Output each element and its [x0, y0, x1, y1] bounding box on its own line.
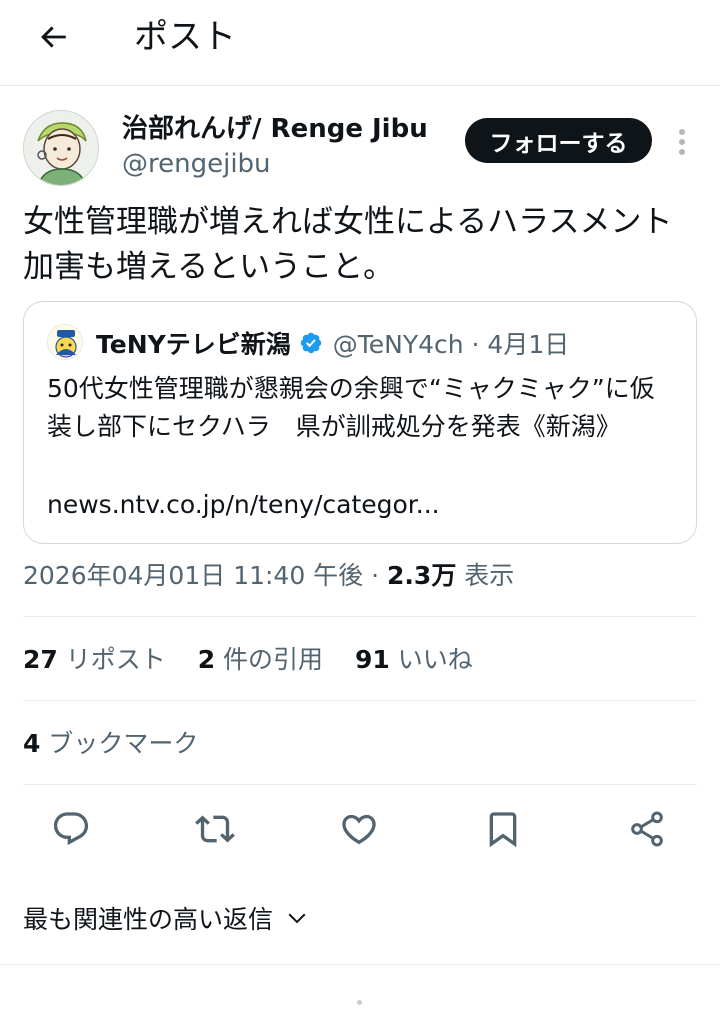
reposts-count: 27 — [23, 645, 58, 674]
quoted-post-card[interactable]: TeNYテレビ新潟 @TeNY4ch · 4月1日 50代女性管理職が懇親会の余… — [23, 301, 697, 544]
quoted-author-avatar[interactable] — [47, 324, 83, 360]
author-handle[interactable]: @rengejibu — [122, 148, 271, 180]
page-title: ポスト — [134, 17, 236, 57]
share-button[interactable] — [625, 807, 669, 851]
quotes-stat[interactable]: 2 件の引用 — [198, 645, 323, 674]
repost-icon — [195, 815, 235, 843]
bookmark-icon — [489, 812, 517, 848]
like-button[interactable] — [337, 807, 381, 851]
reply-icon — [53, 812, 89, 846]
author-avatar[interactable] — [23, 110, 99, 186]
quoted-post-meta: @TeNY4ch · 4月1日 — [332, 330, 570, 359]
bookmarks-count: 4 — [23, 729, 41, 758]
quoted-post-text: 50代女性管理職が懇親会の余興で“ミャクミャク”に仮装し部下にセクハラ 県が訓戒… — [47, 374, 655, 441]
timestamp-separator: · — [363, 561, 388, 590]
likes-count: 91 — [355, 645, 390, 674]
back-arrow-icon — [41, 26, 66, 48]
top-bar: ポスト — [0, 0, 720, 86]
reposts-stat[interactable]: 27 リポスト — [23, 645, 166, 674]
divider — [23, 700, 697, 701]
quoted-author-name[interactable]: TeNYテレビ新潟 — [96, 325, 291, 361]
replies-sort-dropdown[interactable]: 最も関連性の高い返信 — [23, 898, 309, 938]
reposts-label: リポスト — [57, 645, 166, 674]
post-text: 女性管理職が増えれば女性によるハラスメント加害も増えるということ。 — [23, 204, 673, 285]
views-count: 2.3万 — [387, 561, 457, 590]
bookmarks-stat: 4 ブックマーク — [23, 726, 198, 762]
verified-badge-icon — [299, 331, 323, 355]
bookmark-button[interactable] — [481, 807, 525, 851]
back-button[interactable] — [30, 14, 76, 60]
views-label: 表示 — [456, 561, 515, 590]
replies-sort-label: 最も関連性の高い返信 — [23, 905, 274, 934]
author-display-name[interactable]: 治部れんげ/ Renge Jibu — [122, 112, 428, 146]
repost-button[interactable] — [193, 807, 237, 851]
post-datetime[interactable]: 2026年04月01日 11:40 午後 — [23, 561, 363, 590]
divider — [23, 784, 697, 785]
follow-button[interactable]: フォローする — [465, 118, 652, 163]
share-icon — [631, 811, 663, 847]
teny-logo-icon — [48, 325, 82, 359]
post-timestamp-row: 2026年04月01日 11:40 午後 · 2.3万 表示 — [23, 558, 514, 594]
loading-indicator — [357, 1000, 362, 1005]
quotes-count: 2 — [197, 645, 216, 674]
bookmarks-label: ブックマーク — [40, 729, 199, 758]
engagement-stats: 27 リポスト 2 件の引用 91 いいね — [23, 642, 497, 678]
more-vertical-icon — [679, 129, 685, 155]
likes-stat[interactable]: 91 いいね — [355, 645, 473, 674]
avatar-illustration-icon — [24, 111, 98, 185]
like-icon — [342, 814, 376, 845]
quoted-post-link[interactable]: news.ntv.co.jp/n/teny/categor... — [47, 486, 440, 524]
divider — [23, 616, 697, 617]
more-options-button[interactable] — [668, 122, 696, 162]
quoted-post-header: TeNYテレビ新潟 @TeNY4ch · 4月1日 — [96, 324, 569, 362]
reply-button[interactable] — [49, 807, 93, 851]
quotes-label: 件の引用 — [215, 645, 324, 674]
likes-label: いいね — [389, 645, 473, 674]
divider — [0, 964, 720, 965]
chevron-down-icon — [285, 906, 309, 930]
